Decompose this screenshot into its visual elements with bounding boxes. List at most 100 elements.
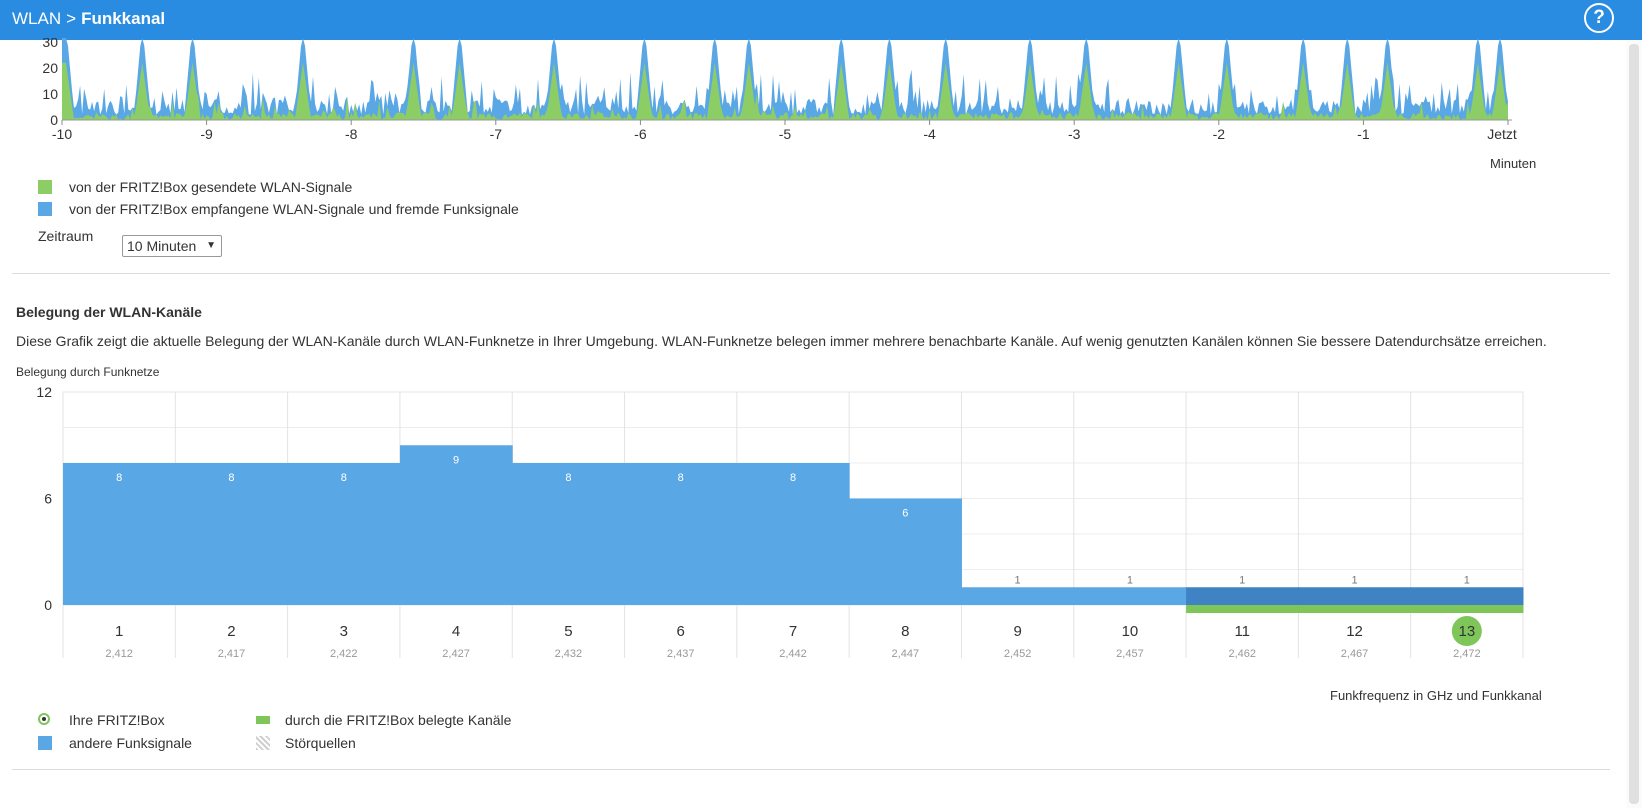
channel-number-label: 11 (1234, 623, 1250, 640)
legend-received-label: von der FRITZ!Box empfangene WLAN-Signal… (69, 201, 519, 217)
zeitraum-select[interactable]: 10 Minuten ▼ (122, 235, 222, 257)
channel-bar-11 (1186, 587, 1299, 605)
channel-frequency-label: 2,427 (442, 648, 470, 660)
bar-value-label: 1 (1351, 574, 1357, 586)
channel-number-label: 3 (340, 623, 348, 640)
channel-bar-5 (512, 463, 626, 605)
help-icon[interactable]: ? (1584, 3, 1614, 33)
legend-ihre-fritzbox-label: Ihre FRITZ!Box (69, 712, 165, 728)
top-x-tick-label: -5 (779, 126, 792, 142)
channel-bar-4 (399, 445, 513, 605)
channel-bar-13 (1410, 587, 1524, 605)
channel-bar-1 (63, 463, 176, 605)
section-divider (12, 273, 1610, 274)
bar-value-label: 1 (1239, 574, 1245, 586)
channel-frequency-label: 2,467 (1341, 648, 1369, 660)
header-bar: WLAN > Funkkanal ? (0, 0, 1642, 40)
top-x-tick-label: -1 (1357, 126, 1370, 142)
bar-value-label: 1 (1015, 574, 1021, 586)
channel-chart-ylabel: Belegung durch Funknetze (16, 365, 160, 379)
bar-value-label: 8 (790, 472, 796, 484)
top-x-tick-label: -10 (52, 126, 72, 142)
channel-frequency-label: 2,472 (1453, 648, 1481, 660)
bar-value-label: 1 (1127, 574, 1133, 586)
bar-value-label: 8 (116, 472, 122, 484)
channel-number-label: 2 (227, 623, 235, 640)
channel-bar-9 (961, 587, 1075, 605)
channel-number-label: 9 (1013, 623, 1021, 640)
top-y-tick-label: 0 (50, 112, 58, 128)
channel-frequency-label: 2,417 (218, 648, 246, 660)
zeitraum-value: 10 Minuten (127, 238, 197, 254)
channel-number-label: 12 (1346, 623, 1363, 640)
dropdown-arrow-icon: ▼ (206, 240, 216, 251)
channel-number-label: 1 (115, 623, 123, 640)
section-description: Diese Grafik zeigt die aktuelle Belegung… (16, 333, 1547, 349)
channel-frequency-label: 2,412 (105, 648, 133, 660)
channel-number-label: 10 (1122, 623, 1139, 640)
y-tick-label: 0 (44, 597, 52, 613)
channel-frequency-label: 2,432 (555, 648, 583, 660)
zeitraum-label: Zeitraum (38, 228, 94, 244)
top-x-axis-unit: Minuten (1490, 156, 1537, 171)
y-tick-label: 12 (36, 384, 52, 400)
top-y-tick-label: 30 (42, 38, 58, 50)
channel-frequency-label: 2,422 (330, 648, 358, 660)
channel-bar-7 (736, 463, 850, 605)
channel-number-label: 5 (564, 623, 572, 640)
top-x-tick-label: Jetzt (1487, 126, 1517, 142)
legend-andere-swatch (38, 736, 52, 750)
legend-stoerquellen-swatch (256, 736, 270, 750)
fritzbox-occupied-bar (1186, 605, 1299, 613)
legend-received-swatch (38, 202, 52, 216)
channel-frequency-label: 2,452 (1004, 648, 1032, 660)
bar-value-label: 8 (341, 472, 347, 484)
top-x-tick-label: -6 (634, 126, 647, 142)
channel-number-label: 13 (1459, 623, 1476, 640)
scrollbar-thumb[interactable] (1629, 44, 1639, 804)
channel-frequency-label: 2,437 (667, 648, 695, 660)
bottom-divider (12, 769, 1610, 770)
top-x-tick-label: -3 (1068, 126, 1081, 142)
legend-belegt-label: durch die FRITZ!Box belegte Kanäle (285, 712, 512, 728)
channel-frequency-label: 2,462 (1228, 648, 1256, 660)
channel-frequency-label: 2,442 (779, 648, 807, 660)
legend-belegt-swatch (256, 716, 270, 724)
channel-number-label: 7 (789, 623, 797, 640)
top-y-tick-label: 20 (42, 60, 58, 76)
signal-history-chart: -10 -9 -8 -7 -6 -5 -4 -3 -2 -1 Jetzt 30 20 10 0 (42, 38, 1517, 142)
channel-occupancy-chart: 1260 8 8 898 8 861 1 1 1 1 12,41222,41732,42242,… (36, 384, 1524, 660)
top-x-tick-label: -8 (345, 126, 358, 142)
top-x-tick-label: -4 (923, 126, 936, 142)
channel-number-label: 4 (452, 623, 460, 640)
bar-value-label: 6 (902, 508, 908, 520)
fritzbox-occupied-bar (1298, 605, 1412, 613)
bar-value-label: 1 (1464, 574, 1470, 586)
bar-value-label: 8 (228, 472, 234, 484)
channel-frequency-label: 2,457 (1116, 648, 1144, 660)
channel-frequency-label: 2,447 (892, 648, 920, 660)
legend-andere-label: andere Funksignale (69, 735, 192, 751)
section-title: Belegung der WLAN-Kanäle (16, 304, 202, 320)
breadcrumb: WLAN > Funkkanal (12, 9, 165, 29)
breadcrumb-wlan-link[interactable]: WLAN (12, 9, 61, 28)
legend-sent-swatch (38, 180, 52, 194)
top-x-tick-label: -9 (200, 126, 213, 142)
channel-bar-6 (624, 463, 738, 605)
bar-value-label: 8 (565, 472, 571, 484)
received-signals-area (62, 38, 1508, 120)
top-y-tick-label: 10 (42, 86, 58, 102)
channel-number-label: 8 (901, 623, 909, 640)
top-x-tick-label: -2 (1213, 126, 1226, 142)
breadcrumb-current: Funkkanal (81, 9, 166, 28)
top-x-tick-label: -7 (490, 126, 503, 142)
y-tick-label: 6 (44, 491, 52, 507)
channel-chart-xlabel: Funkfrequenz in GHz und Funkkanal (1330, 688, 1542, 703)
breadcrumb-separator: > (66, 9, 77, 28)
bar-value-label: 8 (678, 472, 684, 484)
legend-sent-label: von der FRITZ!Box gesendete WLAN-Signale (69, 179, 353, 195)
channel-bar-2 (175, 463, 289, 605)
fritzbox-occupied-bar (1410, 605, 1524, 613)
channel-bar-3 (287, 463, 401, 605)
channel-bar-10 (1073, 587, 1187, 605)
